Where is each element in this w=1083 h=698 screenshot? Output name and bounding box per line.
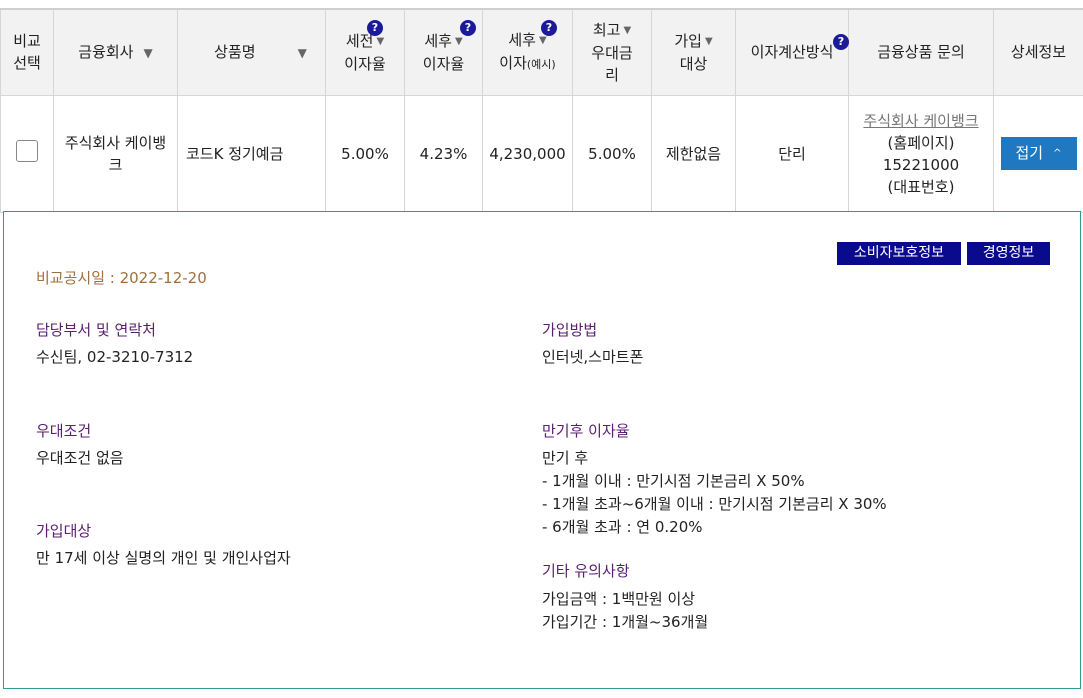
header-pretax-rate[interactable]: ? 세전 ▼ 이자율 <box>325 8 405 96</box>
sort-down-icon[interactable]: ▼ <box>539 35 547 46</box>
target-heading: 가입대상 <box>36 522 92 540</box>
header-max-rate[interactable]: 최고 ▼ 우대금 리 <box>572 8 652 96</box>
fold-button[interactable]: 접기 ^ <box>1000 137 1077 170</box>
header-compare-select: 비교 선택 <box>0 8 54 96</box>
preference-heading: 우대조건 <box>36 422 92 440</box>
product-table: 비교 선택 금융회사 ▼ 상품명 ▼ ? 세전 ▼ 이자율 ? 세후 ▼ 이자율 ? 세… <box>0 8 1083 213</box>
help-icon[interactable]: ? <box>367 20 383 36</box>
compare-checkbox[interactable] <box>16 139 38 162</box>
detail-panel: 소비자보호정보 경영정보 비교공시일 : 2022-12-20 담당부서 및 연… <box>3 211 1081 689</box>
header-company[interactable]: 금융회사 ▼ <box>53 8 178 96</box>
target-text: 만 17세 이상 실명의 개인 및 개인사업자 <box>36 549 291 567</box>
inquiry-cell: 주식회사 케이뱅크 (홈페이지) 15221000 (대표번호) <box>848 94 994 213</box>
after-maturity-text: 만기 후 - 1개월 이내 : 만기시점 기본금리 X 50% - 1개월 초과… <box>542 449 887 536</box>
table-row: 주식회사 케이뱅크 코드K 정기예금 5.00% 4.23% 4,230,000… <box>0 94 1083 213</box>
interest-calc-cell: 단리 <box>735 94 849 213</box>
etc-heading: 기타 유의사항 <box>542 562 630 580</box>
pretax-rate-cell: 5.00% <box>325 94 405 213</box>
phone-number: 15221000 <box>882 155 960 174</box>
sort-down-icon[interactable]: ▼ <box>376 36 384 47</box>
header-detail: 상세정보 <box>993 8 1083 96</box>
dept-text: 수신팀, 02-3210-7312 <box>36 348 194 366</box>
management-info-button[interactable]: 경영정보 <box>967 242 1050 265</box>
help-icon[interactable]: ? <box>833 34 849 50</box>
chevron-up-icon: ^ <box>1053 148 1062 159</box>
after-maturity-heading: 만기후 이자율 <box>542 422 630 440</box>
sort-down-icon[interactable]: ▼ <box>623 25 631 36</box>
join-method-text: 인터넷,스마트폰 <box>542 348 644 366</box>
consumer-protection-button[interactable]: 소비자보호정보 <box>837 242 961 265</box>
etc-text: 가입금액 : 1백만원 이상 가입기간 : 1개월~36개월 <box>542 590 709 631</box>
help-icon[interactable]: ? <box>460 20 476 36</box>
compare-cell <box>0 94 54 213</box>
join-target-cell: 제한없음 <box>651 94 736 213</box>
posttax-interest-cell: 4,230,000 <box>482 94 573 213</box>
header-join-target[interactable]: 가입 ▼ 대상 <box>651 8 736 96</box>
table-header-row: 비교 선택 금융회사 ▼ 상품명 ▼ ? 세전 ▼ 이자율 ? 세후 ▼ 이자율 ? 세… <box>0 8 1083 96</box>
posttax-rate-cell: 4.23% <box>404 94 483 213</box>
sort-down-icon[interactable]: ▼ <box>298 46 307 60</box>
dept-heading: 담당부서 및 연락처 <box>36 321 156 339</box>
disclosure-date: 비교공시일 : 2022-12-20 <box>36 269 207 287</box>
header-posttax-interest[interactable]: ? 세후 ▼ 이자(예시) <box>482 8 573 96</box>
header-interest-calc: 이자계산방식 ? <box>735 8 849 96</box>
sort-down-icon[interactable]: ▼ <box>455 36 463 47</box>
sort-down-icon[interactable]: ▼ <box>143 46 152 60</box>
company-homepage-link[interactable]: 주식회사 케이뱅크 <box>863 112 978 130</box>
company-cell: 주식회사 케이뱅크 <box>53 94 178 213</box>
preference-text: 우대조건 없음 <box>36 449 124 467</box>
join-method-heading: 가입방법 <box>542 321 598 339</box>
detail-cell: 접기 ^ <box>993 94 1083 213</box>
header-product[interactable]: 상품명 ▼ <box>177 8 326 96</box>
product-cell: 코드K 정기예금 <box>177 94 326 213</box>
header-posttax-rate[interactable]: ? 세후 ▼ 이자율 <box>404 8 483 96</box>
help-icon[interactable]: ? <box>541 20 557 36</box>
max-rate-cell: 5.00% <box>572 94 652 213</box>
header-inquiry: 금융상품 문의 <box>848 8 994 96</box>
sort-down-icon[interactable]: ▼ <box>705 36 713 47</box>
